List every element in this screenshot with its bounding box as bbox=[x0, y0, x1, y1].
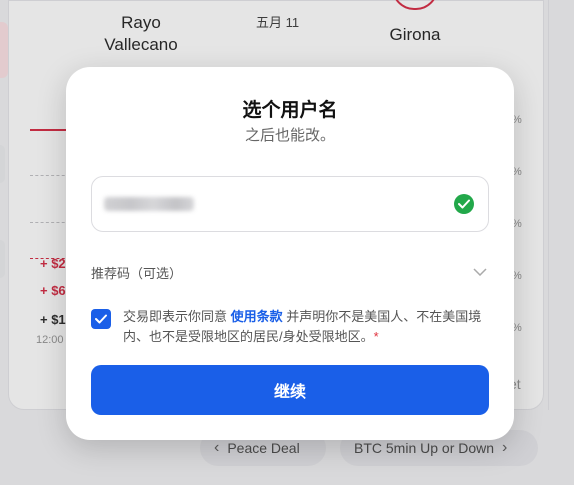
continue-button[interactable]: 继续 bbox=[91, 365, 489, 415]
username-modal: 选个用户名 之后也能改。 推荐码（可选） 交易即表示你同意 使用条款 并声明你不… bbox=[66, 67, 514, 440]
terms-checkbox[interactable] bbox=[91, 309, 111, 329]
terms-of-use-link[interactable]: 使用条款 bbox=[231, 309, 283, 324]
modal-subtitle: 之后也能改。 bbox=[244, 127, 335, 144]
valid-check-icon bbox=[454, 194, 474, 214]
username-blurred-value bbox=[104, 197, 194, 211]
referral-code-label: 推荐码（可选） bbox=[91, 265, 183, 281]
referral-code-toggle[interactable]: 推荐码（可选） bbox=[91, 259, 489, 285]
username-field[interactable] bbox=[91, 176, 489, 232]
chevron-down-icon bbox=[473, 263, 487, 281]
terms-text: 交易即表示你同意 使用条款 并声明你不是美国人、不在美国境内、也不是受限地区的居… bbox=[123, 307, 489, 347]
required-asterisk: * bbox=[373, 329, 379, 344]
modal-title: 选个用户名 bbox=[242, 100, 338, 121]
terms-prefix: 交易即表示你同意 bbox=[123, 309, 231, 324]
